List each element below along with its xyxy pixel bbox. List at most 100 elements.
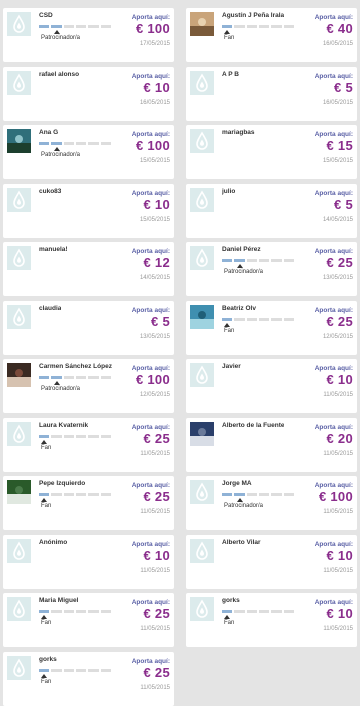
backer-card[interactable]: rafael alonso Aporta aquí: € 10 16/05/2015 bbox=[3, 66, 174, 121]
backer-card[interactable]: Agustín J Peña Irala Fan Aporta aquí: € 40 1… bbox=[186, 8, 357, 62]
aporta-label[interactable]: Aporta aquí: bbox=[315, 14, 353, 21]
aporta-label[interactable]: Aporta aquí: bbox=[315, 424, 353, 431]
aporta-label[interactable]: Aporta aquí: bbox=[315, 599, 353, 606]
level-segment bbox=[222, 259, 233, 262]
avatar bbox=[190, 246, 214, 270]
backer-card[interactable]: Laura Kvaternik Fan Aporta aquí: € 25 11/05/… bbox=[3, 417, 174, 472]
aporta-label[interactable]: Aporta aquí: bbox=[315, 131, 353, 138]
backer-level: Fan bbox=[224, 620, 235, 626]
aporta-label[interactable]: Aporta aquí: bbox=[315, 541, 353, 548]
aporta-label[interactable]: Aporta aquí: bbox=[315, 190, 353, 197]
backer-card[interactable]: Beatriz Olv Fan Aporta aquí: € 25 12/05/2015 bbox=[186, 300, 357, 355]
aporta-label[interactable]: Aporta aquí: bbox=[315, 248, 353, 255]
contribution-amount: € 25 bbox=[143, 430, 170, 446]
avatar bbox=[7, 538, 31, 563]
backer-name: Ana G bbox=[39, 129, 59, 136]
aporta-label[interactable]: Aporta aquí: bbox=[315, 482, 353, 489]
level-marker-icon bbox=[224, 615, 231, 619]
aporta-label[interactable]: Aporta aquí: bbox=[132, 365, 170, 372]
backer-card[interactable]: claudia Aporta aquí: € 5 13/05/2015 bbox=[3, 300, 174, 355]
level-segment bbox=[88, 25, 99, 28]
avatar bbox=[7, 480, 31, 504]
level-segment bbox=[39, 142, 50, 145]
backer-card[interactable]: gorks Fan Aporta aquí: € 25 11/05/2015 bbox=[3, 651, 174, 706]
contribution-amount: € 25 bbox=[143, 606, 170, 621]
drop-icon bbox=[7, 421, 31, 446]
aporta-label[interactable]: Aporta aquí: bbox=[132, 14, 170, 21]
avatar bbox=[190, 129, 214, 153]
backer-card[interactable]: Alberto de la Fuente Aporta aquí: € 20 11/0… bbox=[186, 417, 357, 472]
drop-icon bbox=[190, 538, 214, 563]
drop-icon bbox=[7, 597, 31, 621]
level-segment bbox=[222, 25, 233, 28]
level-segment bbox=[234, 610, 245, 613]
user-photo-icon bbox=[190, 421, 214, 446]
backer-card[interactable]: mariagbas Aporta aquí: € 15 15/05/2015 bbox=[186, 125, 357, 179]
level-segment bbox=[88, 610, 99, 613]
level-marker-icon bbox=[41, 673, 48, 678]
backer-card[interactable]: Daniel Pérez Patrocinador/a Aporta aquí: € … bbox=[186, 242, 357, 296]
level-segment bbox=[222, 317, 233, 321]
backer-card[interactable]: CSD Patrocinador/a Aporta aquí: € 100 17/05/… bbox=[3, 8, 174, 62]
level-progress-bar bbox=[222, 317, 294, 322]
contribution-date: 16/05/2015 bbox=[322, 99, 353, 106]
level-segment bbox=[51, 668, 62, 672]
aporta-label[interactable]: Aporta aquí: bbox=[132, 248, 170, 255]
aporta-label[interactable]: Aporta aquí: bbox=[315, 73, 353, 80]
backer-card[interactable]: Ana G Patrocinador/a Aporta aquí: € 100 15/0… bbox=[3, 125, 174, 179]
backer-name: CSD bbox=[39, 12, 53, 19]
backer-card[interactable]: Alberto Vilar Aporta aquí: € 10 11/05/2015 bbox=[186, 534, 357, 589]
backer-card[interactable]: cuko83 Aporta aquí: € 10 15/05/2015 bbox=[3, 183, 174, 238]
avatar bbox=[190, 187, 214, 212]
aporta-label[interactable]: Aporta aquí: bbox=[315, 307, 353, 314]
backer-level: Fan bbox=[41, 444, 52, 451]
level-segment bbox=[75, 25, 87, 28]
contribution-date: 11/05/2015 bbox=[323, 392, 353, 398]
backer-name: gorks bbox=[39, 655, 57, 663]
level-segment bbox=[88, 142, 99, 145]
contribution-amount: € 10 bbox=[143, 196, 170, 212]
drop-icon bbox=[190, 363, 214, 387]
backer-card[interactable]: Javier Aporta aquí: € 10 11/05/2015 bbox=[186, 359, 357, 413]
contribution-amount: € 100 bbox=[318, 489, 353, 504]
contribution-amount: € 10 bbox=[326, 372, 353, 387]
contribution-date: 11/05/2015 bbox=[140, 684, 170, 691]
backer-card[interactable]: Pepe Izquierdo Fan Aporta aquí: € 25 11/05/2… bbox=[3, 476, 174, 530]
aporta-label[interactable]: Aporta aquí: bbox=[132, 541, 170, 548]
backer-card[interactable]: gorks Fan Aporta aquí: € 10 11/05/2015 bbox=[186, 593, 357, 647]
backer-card[interactable]: julio Aporta aquí: € 5 14/05/2015 bbox=[186, 183, 357, 238]
level-progress-bar bbox=[39, 493, 111, 497]
level-segment bbox=[75, 434, 87, 438]
backer-card[interactable]: Anónimo Aporta aquí: € 10 11/05/2015 bbox=[3, 534, 174, 589]
backer-level: Patrocinador/a bbox=[224, 503, 264, 509]
aporta-label[interactable]: Aporta aquí: bbox=[315, 365, 353, 372]
level-progress-bar bbox=[39, 434, 111, 439]
level-segment bbox=[100, 493, 111, 496]
backer-name: Beatriz Olv bbox=[222, 304, 256, 312]
aporta-label[interactable]: Aporta aquí: bbox=[132, 424, 170, 431]
backer-card[interactable]: Carmen Sánchez López Patrocinador/a Aporta… bbox=[3, 359, 174, 413]
level-segment bbox=[271, 493, 282, 496]
level-segment bbox=[283, 610, 294, 613]
user-photo-icon bbox=[7, 129, 31, 153]
aporta-label[interactable]: Aporta aquí: bbox=[132, 658, 170, 665]
aporta-label[interactable]: Aporta aquí: bbox=[132, 307, 170, 314]
level-segment bbox=[271, 317, 282, 321]
aporta-label[interactable]: Aporta aquí: bbox=[132, 482, 170, 489]
avatar bbox=[7, 421, 31, 446]
backer-card[interactable]: manuela! Aporta aquí: € 12 14/05/2015 bbox=[3, 242, 174, 296]
backer-name: Javier bbox=[222, 363, 241, 370]
aporta-label[interactable]: Aporta aquí: bbox=[132, 190, 170, 197]
contribution-date: 16/05/2015 bbox=[139, 99, 170, 106]
backer-card[interactable]: Jorge MA Patrocinador/a Aporta aquí: € 100 1… bbox=[186, 476, 357, 530]
contribution-date: 11/05/2015 bbox=[323, 509, 353, 515]
level-progress-bar bbox=[39, 668, 111, 673]
aporta-label[interactable]: Aporta aquí: bbox=[132, 73, 170, 80]
aporta-label[interactable]: Aporta aquí: bbox=[132, 131, 170, 138]
contribution-date: 14/05/2015 bbox=[322, 216, 353, 223]
backer-card[interactable]: Maria Miguel Fan Aporta aquí: € 25 11/05/201… bbox=[3, 593, 174, 647]
level-progress-bar bbox=[222, 25, 294, 29]
aporta-label[interactable]: Aporta aquí: bbox=[132, 599, 170, 606]
contribution-date: 14/05/2015 bbox=[139, 275, 170, 281]
backer-card[interactable]: A P B Aporta aquí: € 5 16/05/2015 bbox=[186, 66, 357, 121]
